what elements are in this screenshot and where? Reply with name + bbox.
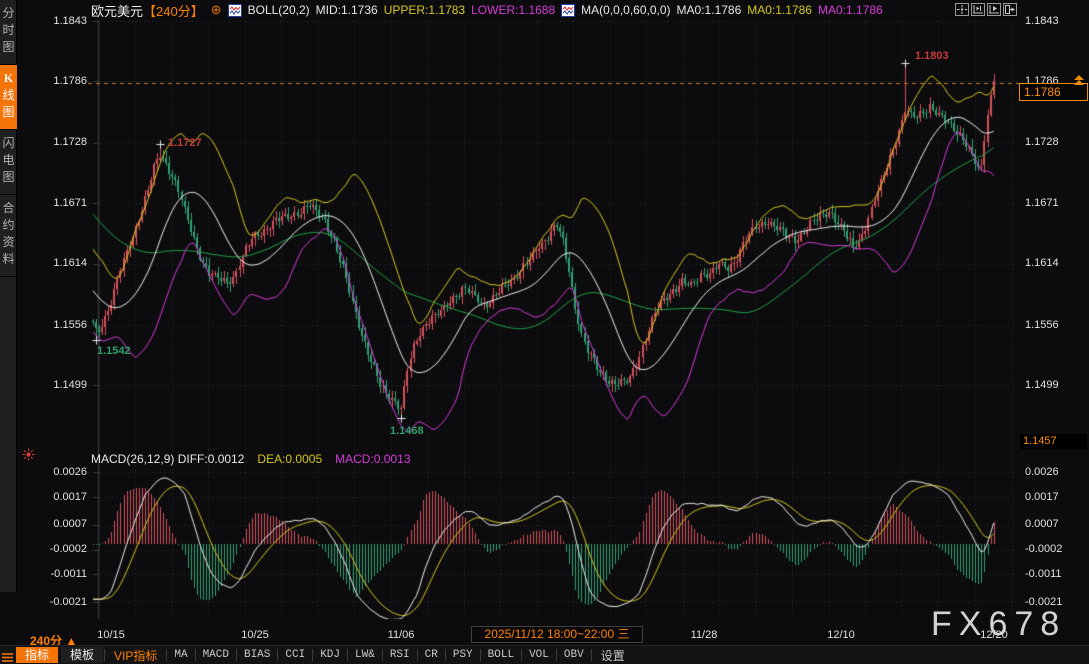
price-annotation-low: 1.1542 xyxy=(97,346,131,357)
macd-tick-right: 0.0026 xyxy=(1025,467,1087,478)
toolbar-separator xyxy=(521,649,522,661)
ma-value-3: MA0:1.1786 xyxy=(818,3,883,17)
toolbar-separator xyxy=(236,649,237,661)
date-tick: 12/10 xyxy=(827,629,855,641)
header-legend: 欧元美元 【240分】 ⊕ BOLL(20,2) MID:1.1736 UPPE… xyxy=(91,0,883,20)
macd-tick-left: -0.0021 xyxy=(0,597,87,608)
fx-chart-app: 欧元美元 【240分】 ⊕ BOLL(20,2) MID:1.1736 UPPE… xyxy=(0,0,1089,664)
up-arrow-icon xyxy=(1074,80,1084,85)
price-tick-right: 1.1843 xyxy=(1025,16,1087,27)
range-min-box: 1.1457 xyxy=(1020,434,1087,449)
toolbar-indicator-bias[interactable]: BIAS xyxy=(238,649,276,661)
macd-tick-right: 0.0017 xyxy=(1025,492,1087,503)
price-tick-right: 1.1614 xyxy=(1025,258,1087,269)
boll-lower-value: LOWER:1.1688 xyxy=(471,3,555,17)
price-tick-right: 1.1499 xyxy=(1025,380,1087,391)
macd-value: MACD:0.0013 xyxy=(335,452,410,466)
toolbar-indicator-psy[interactable]: PSY xyxy=(447,649,479,661)
current-price-box: 1.1786 xyxy=(1019,83,1088,101)
pan-right-button[interactable] xyxy=(1003,3,1017,16)
date-tick: 10/25 xyxy=(241,629,269,641)
sidebar-tab-3[interactable]: 合约资料 xyxy=(0,195,17,277)
boll-label: BOLL(20,2) xyxy=(248,3,310,17)
toolbar-settings[interactable]: 设置 xyxy=(593,647,633,664)
candlestick-chart-canvas[interactable] xyxy=(0,0,1089,664)
price-tick-right: 1.1556 xyxy=(1025,320,1087,331)
toolbar-indicator-lw[interactable]: LW& xyxy=(349,649,381,661)
toolbar-separator xyxy=(480,649,481,661)
toolbar-separator xyxy=(277,649,278,661)
toolbar-separator xyxy=(347,649,348,661)
tab-template[interactable]: 模板 xyxy=(61,647,103,663)
macd-legend: MACD(26,12,9) DIFF:0.0012 DEA:0.0005 MAC… xyxy=(91,452,411,466)
toolbar-separator xyxy=(166,649,167,661)
toolbar-separator xyxy=(445,649,446,661)
date-tick: 10/15 xyxy=(97,629,125,641)
boll-upper-value: UPPER:1.1783 xyxy=(384,3,465,17)
toolbar-separator xyxy=(591,649,592,661)
macd-dea-value: DEA:0.0005 xyxy=(257,452,322,466)
crosshair-button[interactable] xyxy=(955,3,969,16)
bottom-toolbar: 指标 模板 VIP指标 MA MACDBIASCCIKDJLW&RSICRPSYB… xyxy=(0,645,1089,664)
period-badge: 【240分】 xyxy=(143,1,204,20)
toolbar-indicator-rsi[interactable]: RSI xyxy=(384,649,416,661)
toolbar-indicator-cci[interactable]: CCI xyxy=(279,649,311,661)
menu-icon[interactable] xyxy=(2,650,13,661)
boll-mid-value: MID:1.1736 xyxy=(316,3,378,17)
tab-vip-indicator[interactable]: VIP指标 xyxy=(106,647,165,664)
zoom-out-axis-button[interactable] xyxy=(971,3,985,16)
hot-indicator-icon xyxy=(22,448,35,466)
zoom-in-axis-button[interactable] xyxy=(987,3,1001,16)
date-tick: 11/28 xyxy=(691,629,718,641)
symbol-name: 欧元美元 xyxy=(91,1,143,20)
range-min-value: 1.1457 xyxy=(1023,435,1057,447)
date-tick: 11/06 xyxy=(388,629,415,641)
toolbar-separator xyxy=(556,649,557,661)
macd-tick-right: 0.0007 xyxy=(1025,519,1087,530)
date-tick: 12/20 xyxy=(980,629,1008,641)
toolbar-indicator-vol[interactable]: VOL xyxy=(523,649,555,661)
sidebar-tab-0[interactable]: 分时图 xyxy=(0,0,17,65)
macd-tick-right: -0.0002 xyxy=(1025,544,1087,555)
price-annotation-high: 1.1727 xyxy=(168,138,202,149)
price-tick-right: 1.1671 xyxy=(1025,198,1087,209)
selected-candle-date: 2025/11/12 18:00~22:00 三 xyxy=(471,626,643,643)
macd-params-diff: MACD(26,12,9) DIFF:0.0012 xyxy=(91,452,244,466)
toolbar-separator xyxy=(382,649,383,661)
toolbar-indicator-kdj[interactable]: KDJ xyxy=(314,649,346,661)
toolbar-separator xyxy=(312,649,313,661)
ma-value-1: MA0:1.1786 xyxy=(677,3,742,17)
toolbar-indicator-ma[interactable]: MA xyxy=(168,649,193,661)
price-annotation-high: 1.1803 xyxy=(915,51,949,62)
sidebar-tab-2[interactable]: 闪电图 xyxy=(0,130,17,195)
left-sidebar: 分时图K线图闪电图合约资料 xyxy=(0,0,17,592)
toolbar-indicator-boll[interactable]: BOLL xyxy=(482,649,520,661)
boll-indicator-icon[interactable] xyxy=(228,4,242,17)
toolbar-separator xyxy=(417,649,418,661)
toolbar-separator xyxy=(195,649,196,661)
price-up-arrows-icon xyxy=(1074,75,1084,85)
sidebar-tab-letter: K xyxy=(4,71,13,85)
ma-indicator-icon[interactable] xyxy=(561,4,575,17)
sidebar-tab-1[interactable]: K线图 xyxy=(0,65,17,130)
toolbar-indicator-macd[interactable]: MACD xyxy=(197,649,235,661)
toolbar-separator xyxy=(104,649,105,661)
macd-tick-right: -0.0011 xyxy=(1025,569,1087,580)
current-price-value: 1.1786 xyxy=(1024,85,1061,99)
chart-control-buttons xyxy=(955,3,1017,16)
macd-tick-right: -0.0021 xyxy=(1025,597,1087,608)
toolbar-indicator-cr[interactable]: CR xyxy=(419,649,444,661)
zoom-plus-icon[interactable]: ⊕ xyxy=(211,2,222,18)
price-tick-right: 1.1728 xyxy=(1025,137,1087,148)
ma-value-2: MA0:1.1786 xyxy=(747,3,812,17)
toolbar-indicator-obv[interactable]: OBV xyxy=(558,649,590,661)
ma-label: MA(0,0,0,60,0,0) xyxy=(581,3,670,17)
price-annotation-low: 1.1468 xyxy=(390,426,424,437)
tab-indicator[interactable]: 指标 xyxy=(16,647,58,663)
